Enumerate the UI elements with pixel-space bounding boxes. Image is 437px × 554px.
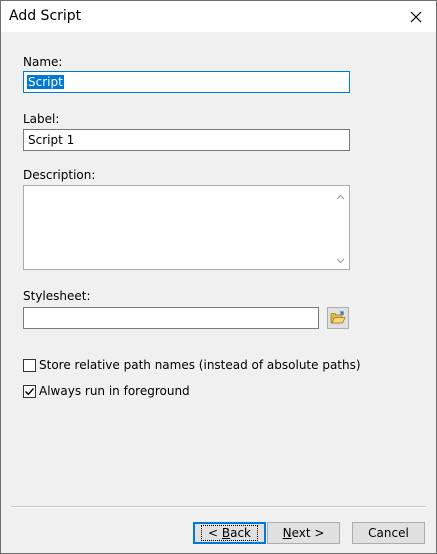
description-scrollbar[interactable]: [332, 186, 349, 269]
label-input-value: Script 1: [28, 133, 75, 147]
next-button[interactable]: Next >: [267, 522, 340, 544]
browse-stylesheet-button[interactable]: [327, 307, 349, 329]
description-textarea[interactable]: [23, 185, 350, 270]
title-bar: Add Script: [1, 1, 436, 32]
description-label: Description:: [23, 168, 96, 182]
close-button[interactable]: [396, 1, 436, 32]
checkmark-icon: [25, 387, 35, 395]
name-input-value: Script: [27, 75, 64, 89]
relative-paths-option[interactable]: Store relative path names (instead of ab…: [23, 358, 361, 372]
cancel-button-label: Cancel: [368, 526, 409, 540]
name-label: Name:: [23, 55, 63, 69]
add-script-dialog: Add Script Name: Script Label: Script 1 …: [0, 0, 437, 554]
chevron-down-icon: [336, 258, 345, 263]
dialog-title: Add Script: [9, 8, 82, 24]
footer-separator: [11, 506, 426, 508]
label-input[interactable]: Script 1: [23, 129, 350, 151]
back-button[interactable]: < Back: [193, 522, 266, 544]
scroll-down-button[interactable]: [332, 252, 349, 269]
stylesheet-label: Stylesheet:: [23, 289, 91, 303]
relative-paths-checkbox[interactable]: [23, 358, 36, 372]
relative-paths-label: Store relative path names (instead of ab…: [39, 358, 361, 372]
stylesheet-input[interactable]: [23, 307, 319, 329]
scroll-up-button[interactable]: [332, 188, 349, 205]
foreground-label: Always run in foreground: [39, 384, 190, 398]
name-input[interactable]: Script: [23, 71, 350, 93]
cancel-button[interactable]: Cancel: [352, 522, 425, 544]
folder-open-icon: [330, 311, 346, 324]
close-icon: [410, 11, 422, 22]
chevron-up-icon: [336, 194, 345, 199]
next-button-label: Next >: [282, 526, 325, 540]
foreground-option[interactable]: Always run in foreground: [23, 384, 190, 398]
label-label: Label:: [23, 112, 60, 126]
foreground-checkbox[interactable]: [23, 384, 36, 398]
back-button-label: < Back: [200, 525, 258, 541]
